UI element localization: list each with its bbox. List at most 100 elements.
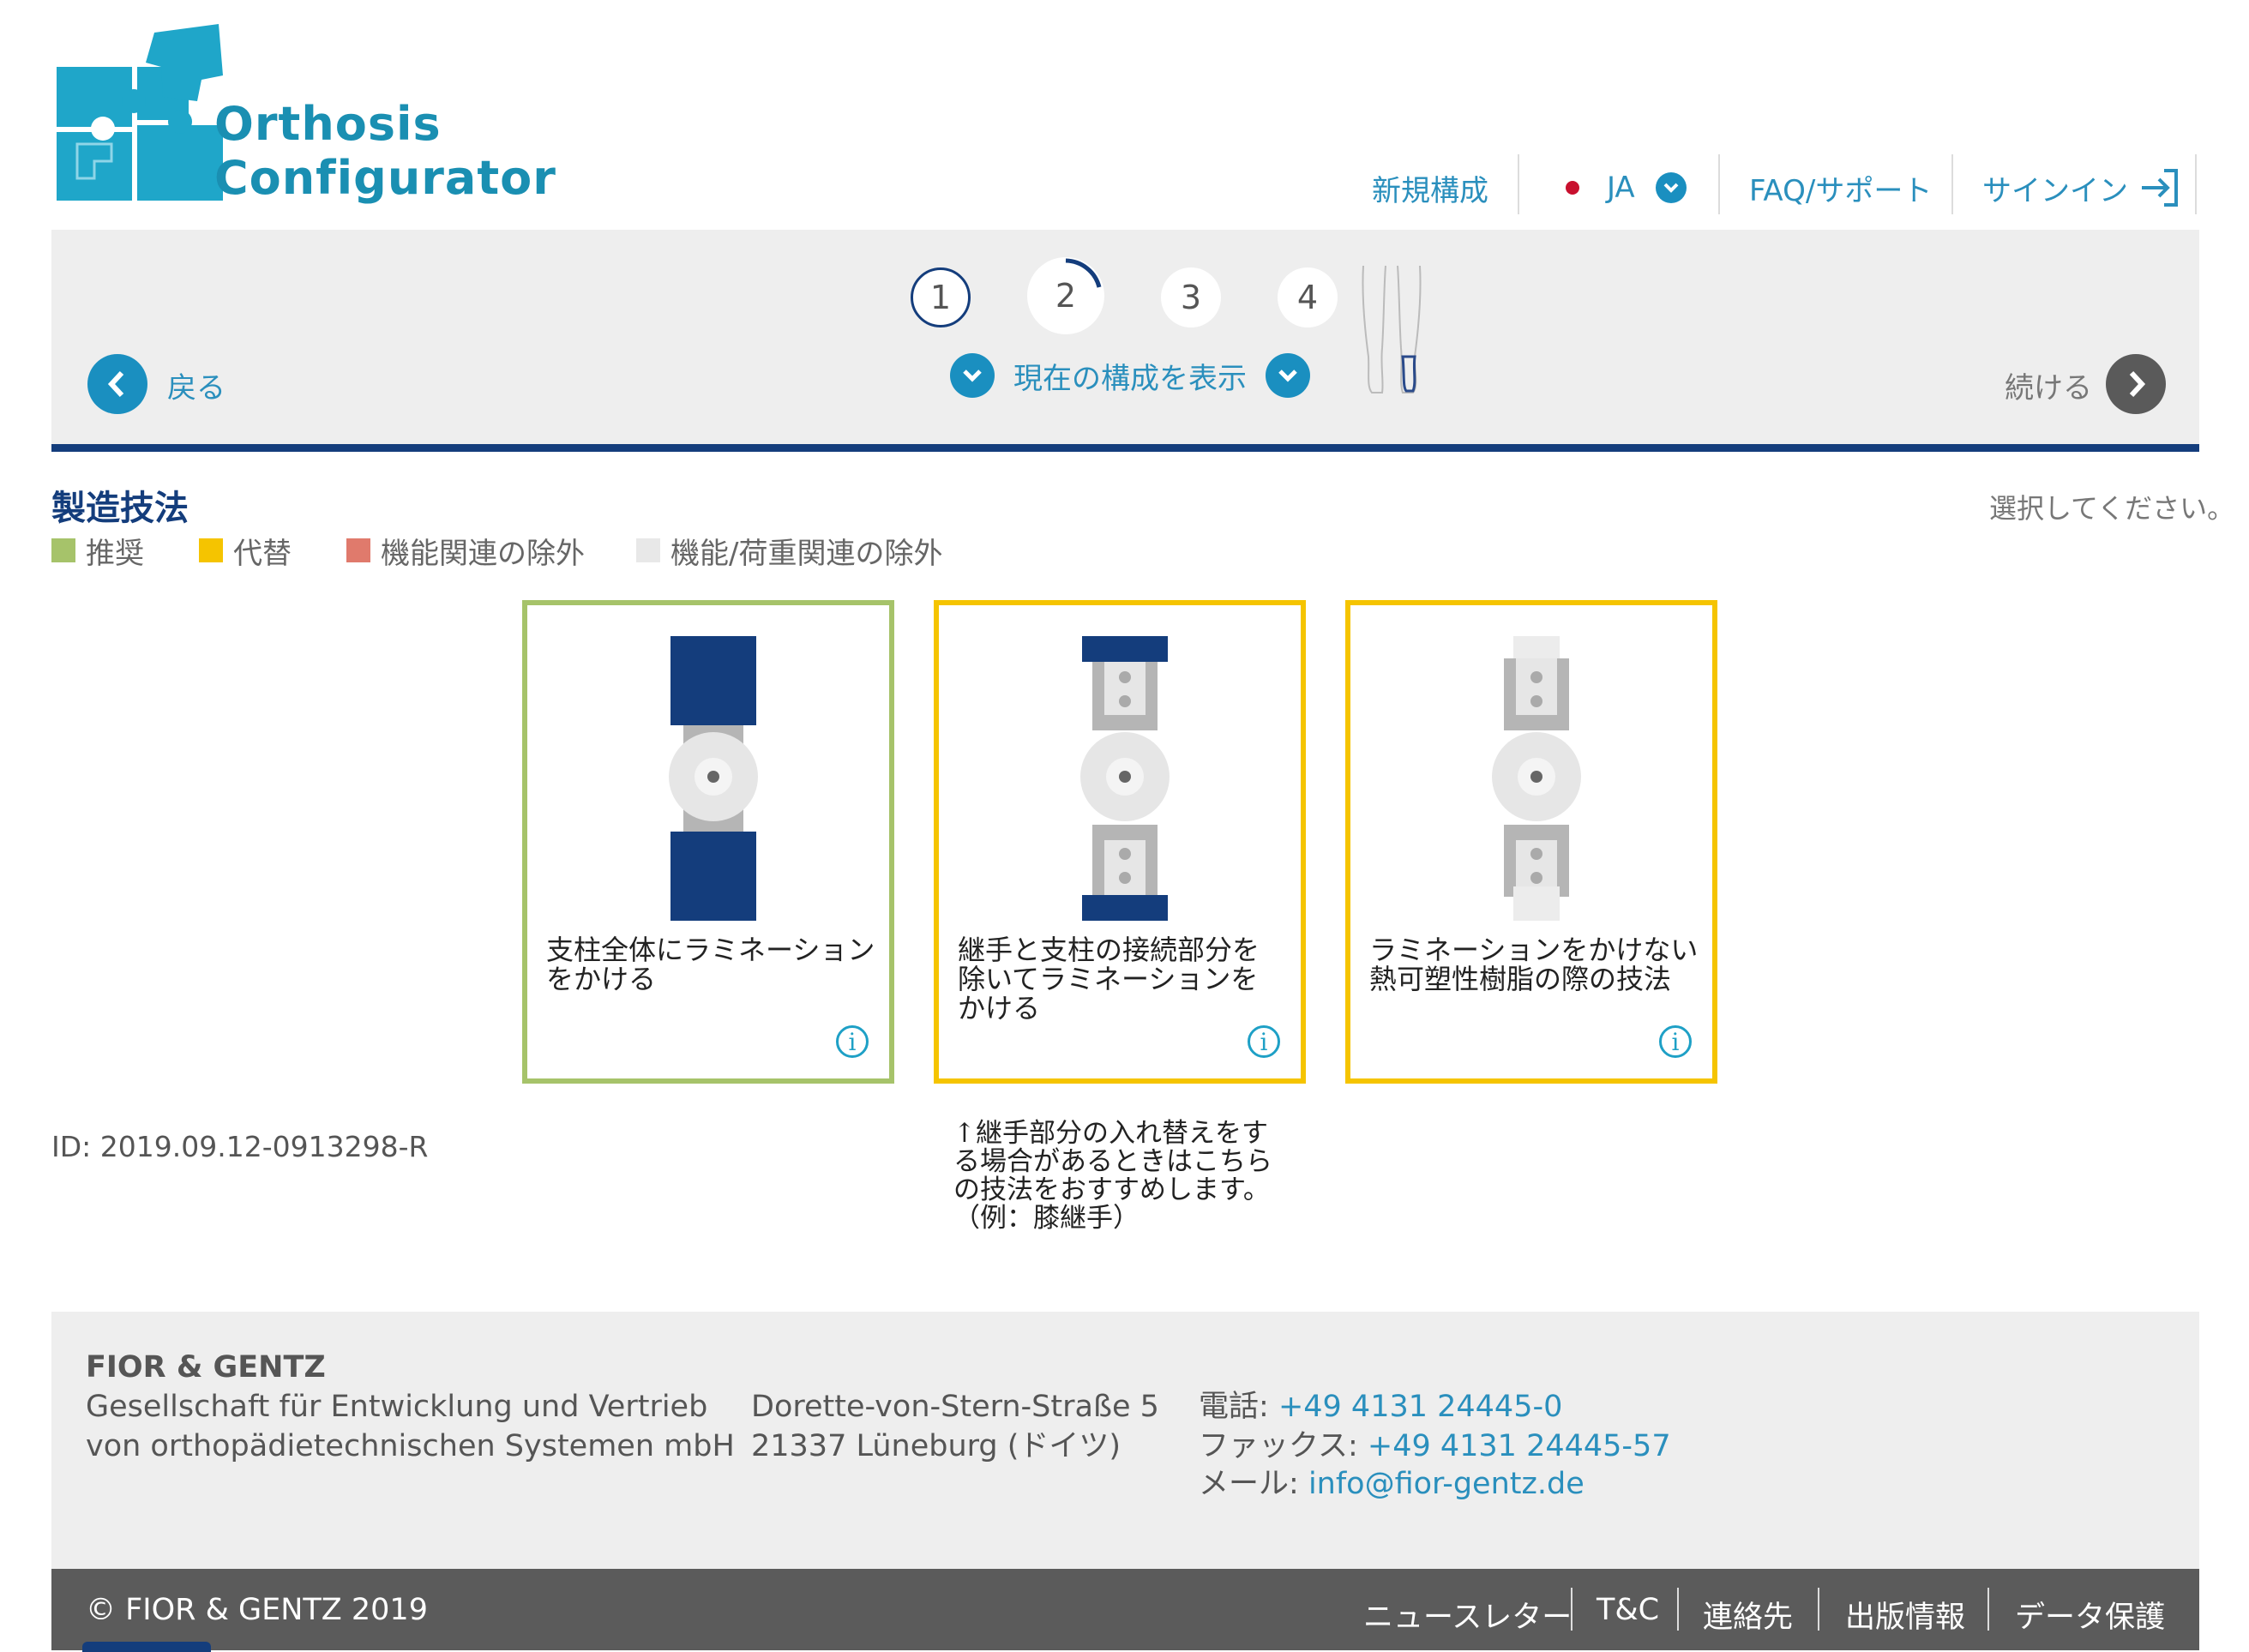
footer-fax-row: ファックス: +49 4131 24445-57 xyxy=(1199,1427,1671,1466)
step-1-label: 1 xyxy=(929,279,952,316)
nav-divider xyxy=(1518,154,1519,214)
option-label: 継手と支柱の接続部分を 除いてラミネーションを かける xyxy=(958,935,1301,1023)
footer-company: FIOR & GENTZ xyxy=(86,1350,326,1385)
stepper-bottom-rule xyxy=(51,444,2199,452)
legend-label-alternative: 代替 xyxy=(233,537,292,571)
section-title: 製造技法 xyxy=(51,489,189,528)
logo-line-1: Orthosis xyxy=(214,97,442,151)
footer-company-line-2: Gesellschaft für Entwicklung und Vertrie… xyxy=(86,1390,708,1424)
option-label-line: 熱可塑性樹脂の際の技法 xyxy=(1369,963,1672,995)
chevron-left-icon xyxy=(107,370,124,398)
chevron-right-icon xyxy=(2129,370,2146,398)
step-3-label: 3 xyxy=(1180,279,1202,316)
sign-in-icon xyxy=(2142,169,2178,207)
step-4[interactable]: 4 xyxy=(1278,267,1338,327)
option-label-line: をかける xyxy=(546,963,657,995)
option-card-full-lamination[interactable]: 支柱全体にラミネーション をかける i xyxy=(522,600,894,1084)
option-label-line: かける xyxy=(958,992,1041,1024)
recommendation-note: ↑継手部分の入れ替えをす る場合があるときはこちら の技法をおすすめします。 （… xyxy=(953,1120,1296,1233)
footer-link-divider xyxy=(1987,1588,1989,1631)
footer-city: 21337 Lüneburg (ドイツ) xyxy=(751,1429,1121,1463)
note-line: ↑継手部分の入れ替えをす xyxy=(953,1118,1268,1149)
show-config-label: 現在の構成を表示 xyxy=(1013,361,1247,396)
mail-link[interactable]: info@fior-gentz.de xyxy=(1308,1467,1585,1501)
legend-swatch-load-exclusion xyxy=(636,538,660,562)
phone-link[interactable]: +49 4131 24445-0 xyxy=(1278,1390,1562,1424)
footer-company-line-3: von orthopädietechnischen Systemen mbH xyxy=(86,1429,735,1463)
step-1[interactable]: 1 xyxy=(911,267,971,327)
info-icon[interactable]: i xyxy=(1659,1025,1692,1058)
step-3[interactable]: 3 xyxy=(1161,267,1221,327)
thermoplastic-joint-illustration xyxy=(1492,636,1581,921)
step-2-current[interactable]: 2 xyxy=(1027,257,1104,334)
legend-swatch-recommended xyxy=(51,538,75,562)
note-line: る場合があるときはこちら xyxy=(953,1146,1272,1177)
note-line: （例：膝継手） xyxy=(953,1203,1140,1234)
option-label: 支柱全体にラミネーション をかける xyxy=(546,935,889,994)
footer-street: Dorette-von-Stern-Straße 5 xyxy=(751,1390,1159,1424)
chevron-down-icon xyxy=(1655,172,1687,203)
puzzle-logo-icon xyxy=(57,24,223,201)
legend-label-function-exclusion: 機能関連の除外 xyxy=(381,537,585,571)
step-progress-arc xyxy=(1065,258,1102,288)
back-label[interactable]: 戻る xyxy=(167,364,226,406)
legs-silhouette-icon xyxy=(1362,265,1422,393)
copyright: © FIOR & GENTZ 2019 xyxy=(86,1593,428,1627)
faq-support-link[interactable]: FAQ/サポート xyxy=(1749,159,1932,216)
note-line: の技法をおすすめします。 xyxy=(953,1174,1270,1205)
back-button[interactable] xyxy=(87,354,147,414)
option-label-line: 支柱全体にラミネーション xyxy=(546,934,875,966)
mail-label: メール: xyxy=(1199,1467,1299,1501)
footer-mail-row: メール: info@fior-gentz.de xyxy=(1199,1464,1585,1504)
continue-button[interactable] xyxy=(2106,354,2166,414)
info-icon[interactable]: i xyxy=(836,1025,869,1058)
footer-link-imprint[interactable]: 出版情報 xyxy=(1845,1593,1965,1637)
nav-divider xyxy=(1951,154,1953,214)
nav-divider xyxy=(1718,154,1720,214)
new-config-link[interactable]: 新規構成 xyxy=(1372,159,1488,216)
option-label-line: ラミネーションをかけない xyxy=(1369,934,1699,966)
language-label: JA xyxy=(1607,171,1635,205)
legend-label-recommended: 推奨 xyxy=(86,537,144,571)
chevron-down-icon xyxy=(950,353,995,398)
footer-link-divider xyxy=(1571,1588,1572,1631)
language-selector[interactable]: JA xyxy=(1566,159,1687,216)
fax-label: ファックス: xyxy=(1199,1429,1358,1463)
app-logo[interactable]: Orthosis Configurator xyxy=(51,15,556,213)
option-label-line: 継手と支柱の接続部分を xyxy=(958,934,1260,966)
option-card-no-lamination[interactable]: ラミネーションをかけない 熱可塑性樹脂の際の技法 i xyxy=(1345,600,1717,1084)
floating-tab[interactable] xyxy=(82,1642,211,1652)
logo-line-2: Configurator xyxy=(214,151,556,205)
partial-lamination-joint-illustration xyxy=(1080,636,1170,921)
info-icon[interactable]: i xyxy=(1248,1025,1280,1058)
japan-flag-icon xyxy=(1566,181,1579,195)
full-lamination-joint-illustration xyxy=(669,636,758,921)
step-4-label: 4 xyxy=(1296,279,1319,316)
section-instruction: 選択してください。 xyxy=(1989,492,2235,525)
show-config-toggle[interactable]: 現在の構成を表示 xyxy=(950,353,1310,398)
option-label-line: 除いてラミネーションを xyxy=(958,963,1259,995)
sign-in-label: サインイン xyxy=(1982,173,2128,208)
option-label: ラミネーションをかけない 熱可塑性樹脂の際の技法 xyxy=(1369,935,1712,994)
footer-link-contact[interactable]: 連絡先 xyxy=(1703,1593,1793,1637)
nav-divider xyxy=(2195,154,2197,214)
sign-in-link[interactable]: サインイン xyxy=(1982,159,2183,216)
chevron-down-icon xyxy=(1266,353,1310,398)
option-card-partial-lamination[interactable]: 継手と支柱の接続部分を 除いてラミネーションを かける i xyxy=(934,600,1306,1084)
phone-label: 電話: xyxy=(1199,1390,1269,1424)
faq-label: FAQ/サポート xyxy=(1749,173,1933,208)
legend-label-load-exclusion: 機能/荷重関連の除外 xyxy=(670,537,943,571)
footer-link-terms[interactable]: T&C xyxy=(1597,1593,1659,1627)
stepper-band xyxy=(51,230,2199,444)
config-id: ID: 2019.09.12-0913298-R xyxy=(51,1130,429,1163)
new-config-label: 新規構成 xyxy=(1372,173,1488,208)
footer-link-privacy[interactable]: データ保護 xyxy=(2015,1593,2165,1637)
continue-label[interactable]: 続ける xyxy=(2005,364,2092,406)
footer-link-divider xyxy=(1677,1588,1679,1631)
footer-phone-row: 電話: +49 4131 24445-0 xyxy=(1199,1387,1562,1427)
fax-link[interactable]: +49 4131 24445-57 xyxy=(1368,1429,1671,1463)
legend-swatch-function-exclusion xyxy=(346,538,370,562)
footer-link-newsletter[interactable]: ニュースレター xyxy=(1363,1593,1572,1637)
footer-link-divider xyxy=(1818,1588,1819,1631)
legend-swatch-alternative xyxy=(199,538,223,562)
